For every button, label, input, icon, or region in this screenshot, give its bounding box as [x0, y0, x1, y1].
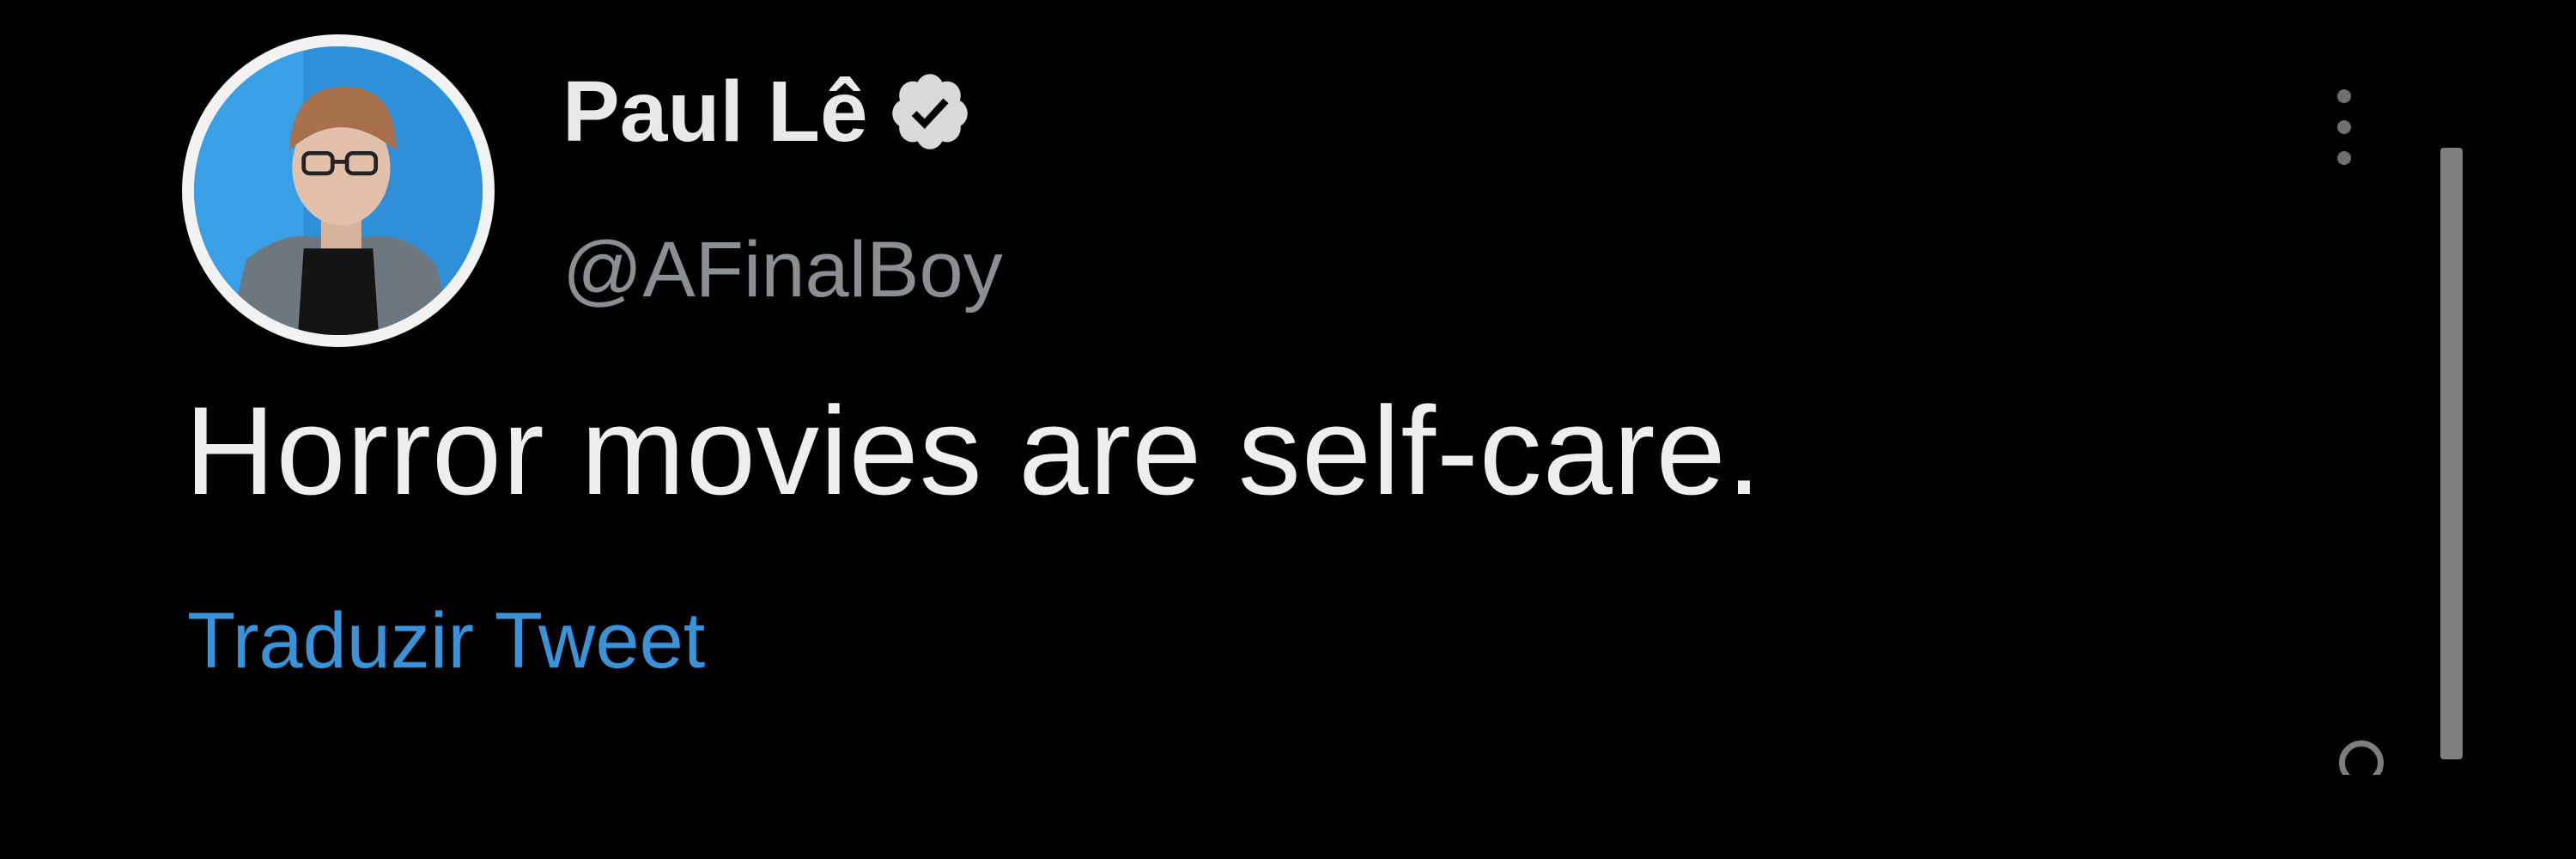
avatar[interactable] [182, 34, 495, 347]
profile-photo [194, 46, 483, 335]
scrollbar[interactable] [2440, 148, 2463, 759]
user-handle[interactable]: @AFinalBoy [562, 230, 1003, 309]
verified-badge-icon [887, 69, 973, 155]
display-name-text: Paul Lê [562, 64, 868, 160]
tweet-text: Horror movies are self-care. [185, 381, 1763, 521]
partial-circle-icon [2339, 740, 2391, 775]
vertical-ellipsis-icon[interactable] [2327, 84, 2361, 170]
display-name[interactable]: Paul Lê [562, 69, 973, 155]
translate-tweet-link[interactable]: Traduzir Tweet [187, 601, 705, 680]
tweet-card: Paul Lê @AFinalBoy Horror movies are sel… [0, 0, 2576, 859]
